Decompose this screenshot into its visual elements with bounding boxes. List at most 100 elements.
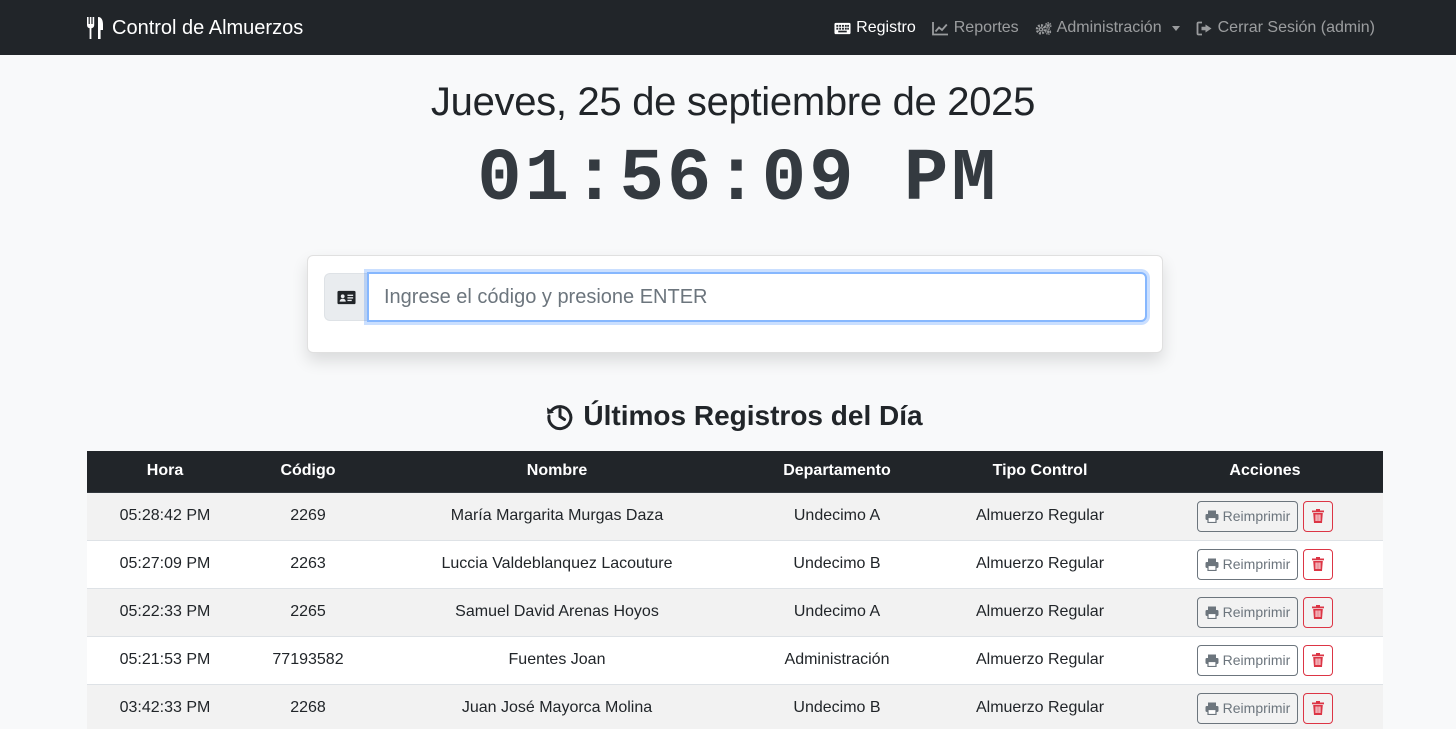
trash-icon bbox=[1312, 653, 1325, 667]
cell-departamento: Undecimo B bbox=[741, 684, 933, 729]
nav-label-administracion: Administración bbox=[1056, 19, 1162, 36]
column-header-departamento: Departamento bbox=[741, 451, 933, 493]
delete-button[interactable] bbox=[1303, 500, 1334, 532]
trash-icon bbox=[1312, 605, 1325, 619]
records-title: Últimos Registros del Día bbox=[583, 400, 923, 431]
table-row: 05:22:33 PM 2265 Samuel David Arenas Hoyos… bbox=[87, 588, 1383, 637]
cell-acciones: Reimprimir bbox=[1147, 588, 1383, 637]
column-header-hora: Hora bbox=[87, 451, 243, 493]
nav-label-registro: Registro bbox=[856, 19, 916, 36]
row-actions: Reimprimir bbox=[1147, 596, 1383, 628]
cell-codigo: 77193582 bbox=[243, 636, 373, 685]
input-addon bbox=[324, 273, 367, 321]
cell-departamento: Administración bbox=[741, 636, 933, 685]
cell-tipo: Almuerzo Regular bbox=[933, 492, 1147, 541]
navbar: Control de Almuerzos Registro Reportes A… bbox=[0, 0, 1456, 55]
cell-acciones: Reimprimir bbox=[1147, 492, 1383, 541]
cell-acciones: Reimprimir bbox=[1147, 684, 1383, 729]
cell-nombre: María Margarita Murgas Daza bbox=[373, 492, 741, 541]
trash-icon bbox=[1312, 701, 1325, 715]
column-header-acciones: Acciones bbox=[1147, 451, 1383, 493]
nav-item-cerrar-sesion[interactable]: Cerrar Sesión (admin) bbox=[1196, 19, 1375, 37]
current-date: Jueves, 25 de septiembre de 2025 bbox=[430, 80, 1036, 124]
trash-icon bbox=[1312, 557, 1325, 571]
reprint-button[interactable]: Reimprimir bbox=[1196, 500, 1299, 532]
cell-codigo: 2268 bbox=[243, 684, 373, 729]
row-actions: Reimprimir bbox=[1147, 692, 1383, 724]
brand-link[interactable]: Control de Almuerzos bbox=[86, 14, 303, 42]
cell-codigo: 2265 bbox=[243, 588, 373, 637]
table-row: 05:27:09 PM 2263 Luccia Valdeblanquez Laco… bbox=[87, 540, 1383, 589]
cell-hora: 05:28:42 PM bbox=[87, 492, 243, 541]
brand-title: Control de Almuerzos bbox=[112, 16, 304, 39]
cell-departamento: Undecimo B bbox=[741, 540, 933, 589]
cell-acciones: Reimprimir bbox=[1147, 636, 1383, 685]
keyboard-icon bbox=[834, 22, 851, 34]
history-icon bbox=[547, 405, 573, 431]
nav-label-cerrar-sesion: Cerrar Sesión (admin) bbox=[1217, 19, 1375, 36]
chart-line-icon bbox=[931, 21, 948, 35]
scan-card bbox=[307, 255, 1163, 353]
nav-item-registro[interactable]: Registro bbox=[834, 19, 916, 37]
reprint-label: Reimprimir bbox=[1222, 508, 1291, 524]
delete-button[interactable] bbox=[1303, 548, 1334, 580]
table-row: 05:28:42 PM 2269 María Margarita Murgas Da… bbox=[87, 492, 1383, 541]
reprint-label: Reimprimir bbox=[1222, 556, 1291, 572]
id-card-icon bbox=[336, 290, 356, 304]
table-header-row: Hora Código Nombre Departamento Tipo Con… bbox=[87, 451, 1383, 493]
cell-nombre: Juan José Mayorca Molina bbox=[373, 684, 741, 729]
delete-button[interactable] bbox=[1303, 644, 1334, 676]
delete-button[interactable] bbox=[1303, 692, 1334, 724]
cell-departamento: Undecimo A bbox=[741, 588, 933, 637]
column-header-tipo-control: Tipo Control bbox=[933, 451, 1147, 493]
sign-out-icon bbox=[1196, 21, 1212, 35]
records-table: Hora Código Nombre Departamento Tipo Con… bbox=[87, 451, 1383, 729]
reprint-label: Reimprimir bbox=[1222, 604, 1291, 620]
reprint-label: Reimprimir bbox=[1222, 652, 1291, 668]
table-row: 03:42:33 PM 2268 Juan José Mayorca Molina U… bbox=[87, 684, 1383, 729]
reprint-label: Reimprimir bbox=[1222, 700, 1291, 716]
reprint-button[interactable]: Reimprimir bbox=[1196, 644, 1299, 676]
print-icon bbox=[1205, 510, 1219, 523]
cell-codigo: 2263 bbox=[243, 540, 373, 589]
cell-tipo: Almuerzo Regular bbox=[933, 588, 1147, 637]
column-header-codigo: Código bbox=[243, 451, 373, 493]
records-heading: Últimos Registros del Día bbox=[0, 400, 1456, 432]
cell-tipo: Almuerzo Regular bbox=[933, 540, 1147, 589]
reprint-button[interactable]: Reimprimir bbox=[1196, 548, 1299, 580]
cell-hora: 03:42:33 PM bbox=[87, 684, 243, 729]
gears-icon bbox=[1035, 21, 1052, 35]
print-icon bbox=[1205, 606, 1219, 619]
cell-nombre: Fuentes Joan bbox=[373, 636, 741, 685]
reprint-button[interactable]: Reimprimir bbox=[1196, 692, 1299, 724]
print-icon bbox=[1205, 654, 1219, 667]
print-icon bbox=[1205, 558, 1219, 571]
code-input-group bbox=[324, 272, 1147, 322]
nav-item-reportes[interactable]: Reportes bbox=[931, 19, 1019, 37]
cell-codigo: 2269 bbox=[243, 492, 373, 541]
delete-button[interactable] bbox=[1303, 596, 1334, 628]
nav-label-reportes: Reportes bbox=[953, 19, 1019, 36]
cell-nombre: Luccia Valdeblanquez Lacouture bbox=[373, 540, 741, 589]
row-actions: Reimprimir bbox=[1147, 500, 1383, 532]
cell-hora: 05:27:09 PM bbox=[87, 540, 243, 589]
nav-links: Registro Reportes Administración Cerrar … bbox=[834, 14, 1375, 42]
cell-tipo: Almuerzo Regular bbox=[933, 636, 1147, 685]
utensils-icon bbox=[87, 17, 103, 39]
caret-down-icon bbox=[1171, 25, 1180, 31]
print-icon bbox=[1205, 702, 1219, 715]
cell-departamento: Undecimo A bbox=[741, 492, 933, 541]
row-actions: Reimprimir bbox=[1147, 644, 1383, 676]
nav-item-administracion[interactable]: Administración bbox=[1035, 19, 1180, 37]
cell-hora: 05:22:33 PM bbox=[87, 588, 243, 637]
trash-icon bbox=[1312, 509, 1325, 523]
cell-tipo: Almuerzo Regular bbox=[933, 684, 1147, 729]
code-input[interactable] bbox=[367, 272, 1147, 322]
row-actions: Reimprimir bbox=[1147, 548, 1383, 580]
records-table-body: 05:28:42 PM 2269 María Margarita Murgas Da… bbox=[87, 492, 1383, 729]
cell-hora: 05:21:53 PM bbox=[87, 636, 243, 685]
cell-nombre: Samuel David Arenas Hoyos bbox=[373, 588, 741, 637]
current-time: 01:56:09 PM bbox=[477, 138, 999, 222]
cell-acciones: Reimprimir bbox=[1147, 540, 1383, 589]
reprint-button[interactable]: Reimprimir bbox=[1196, 596, 1299, 628]
